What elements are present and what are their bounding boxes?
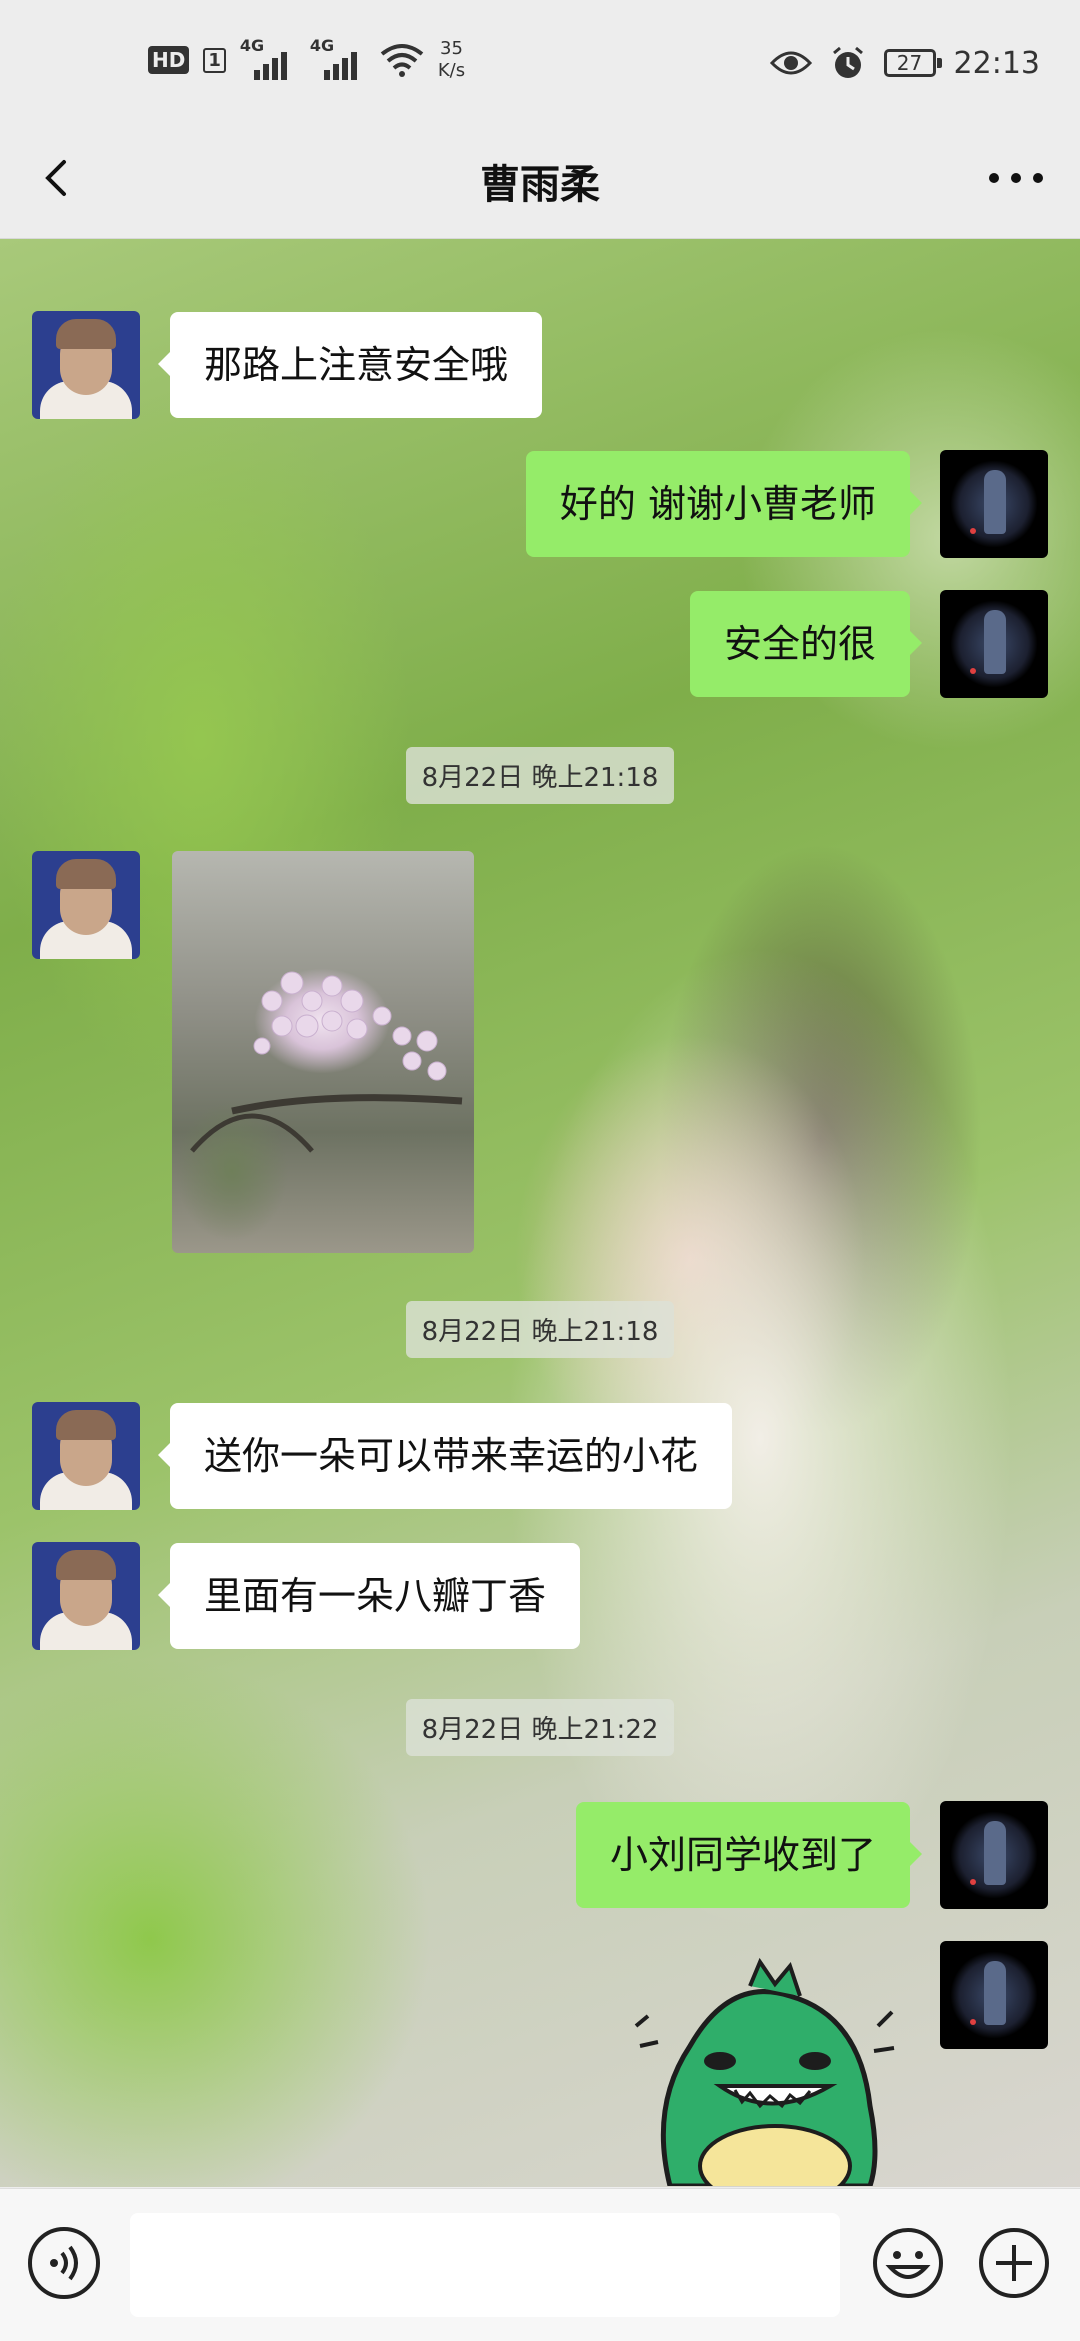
wifi-icon (380, 44, 424, 77)
message-bubble-incoming[interactable]: 那路上注意安全哦 (157, 312, 543, 418)
message-bubble-incoming[interactable]: 送你一朵可以带来幸运的小花 (157, 1403, 733, 1509)
emoji-icon[interactable] (870, 2225, 946, 2301)
eye-icon (769, 51, 812, 75)
my-avatar[interactable] (940, 1941, 1048, 2049)
signal-icon: 4G (240, 36, 296, 80)
contact-avatar[interactable] (32, 851, 140, 959)
my-avatar[interactable] (940, 590, 1048, 698)
chat-header: 曹雨柔 (0, 130, 1080, 239)
message-bubble-outgoing[interactable]: 好的 谢谢小曹老师 (525, 451, 923, 557)
alarm-icon (832, 46, 863, 78)
hd-icon: HD (148, 46, 190, 74)
network-speed: 35 K/s (438, 38, 465, 82)
battery-icon: 27 (883, 49, 942, 77)
speed-unit: K/s (437, 60, 466, 81)
voice-icon[interactable] (28, 2227, 100, 2299)
message-bubble-outgoing[interactable]: 小刘同学收到了 (575, 1802, 923, 1908)
signal-icon-2: 4G (310, 36, 366, 80)
more-horizontal-icon[interactable] (980, 148, 1052, 208)
timestamp-label: 8月22日 晚上21:18 (405, 747, 675, 804)
plus-icon[interactable] (976, 2225, 1052, 2301)
my-avatar[interactable] (940, 1801, 1048, 1909)
timestamp-label: 8月22日 晚上21:22 (405, 1699, 675, 1756)
message-bubble-outgoing[interactable]: 安全的很 (689, 591, 923, 697)
timestamp: 8月22日 晚上21:18 (0, 1301, 1080, 1358)
timestamp: 8月22日 晚上21:22 (0, 1699, 1080, 1756)
message-input[interactable] (130, 2213, 840, 2317)
contact-avatar[interactable] (32, 311, 140, 419)
status-left: HD 1 4G 4G 35 K/s (148, 36, 465, 82)
flower-photo[interactable] (172, 851, 474, 1253)
message-bubble-incoming[interactable]: 里面有一朵八瓣丁香 (157, 1543, 581, 1649)
speed-value: 35 (440, 38, 463, 59)
status-right: 27 22:13 (769, 45, 1040, 81)
sim-icon: 1 (203, 47, 226, 73)
contact-avatar[interactable] (32, 1542, 140, 1650)
page-title: 曹雨柔 (480, 162, 600, 208)
contact-avatar[interactable] (32, 1402, 140, 1510)
status-bar: HD 1 4G 4G 35 K/s 27 22:13 (0, 0, 1080, 130)
green-dinosaur-sticker[interactable] (630, 1956, 900, 2186)
status-time: 22:13 (953, 45, 1040, 81)
my-avatar[interactable] (940, 450, 1048, 558)
input-bar (0, 2188, 1080, 2341)
timestamp: 8月22日 晚上21:18 (0, 747, 1080, 804)
timestamp-label: 8月22日 晚上21:18 (405, 1301, 675, 1358)
chat-messages[interactable]: 那路上注意安全哦 好的 谢谢小曹老师 安全的很 8月22日 晚上21:18 8月… (0, 239, 1080, 2187)
